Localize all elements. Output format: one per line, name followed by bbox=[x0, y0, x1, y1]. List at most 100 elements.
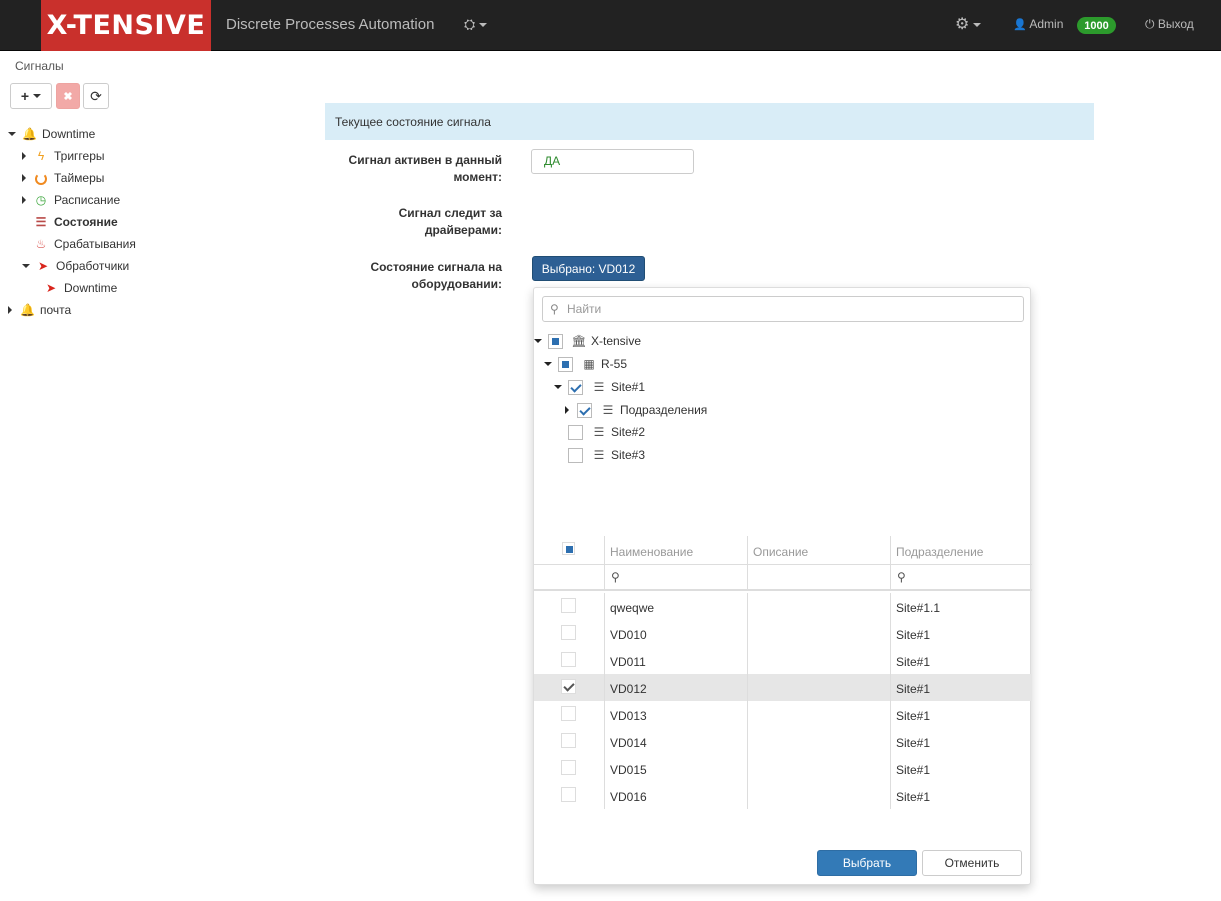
caret-down-icon[interactable] bbox=[544, 362, 552, 366]
delete-button[interactable]: ✖ bbox=[56, 83, 80, 109]
tree-checkbox[interactable] bbox=[577, 402, 592, 418]
user-menu[interactable]: 👤 Admin bbox=[1013, 17, 1063, 31]
select-button[interactable]: Выбрать bbox=[817, 850, 917, 876]
caret-down-icon[interactable] bbox=[554, 385, 562, 389]
tree-checkbox[interactable] bbox=[568, 447, 583, 463]
row-select-cell[interactable] bbox=[534, 647, 604, 674]
tree-node-departments[interactable]: ☰ Подразделения bbox=[565, 400, 707, 420]
grid-header-description[interactable]: Описание bbox=[747, 536, 890, 564]
cell-name: VD014 bbox=[604, 728, 747, 755]
close-icon: ✖ bbox=[63, 90, 73, 103]
timer-icon bbox=[34, 171, 48, 185]
tree-node-x-tensive[interactable]: 🏛 X-tensive bbox=[534, 331, 641, 351]
tree-node-schedule[interactable]: ◷ Расписание bbox=[22, 190, 120, 210]
row-select-cell[interactable] bbox=[534, 593, 604, 620]
grid-header-department[interactable]: Подразделение bbox=[890, 536, 1032, 564]
row-select-cell[interactable] bbox=[534, 755, 604, 782]
row-select-cell[interactable] bbox=[534, 782, 604, 809]
table-row[interactable]: VD012 Site#1 bbox=[534, 674, 1032, 701]
table-row[interactable]: VD016 Site#1 bbox=[534, 782, 1032, 809]
caret-down-icon[interactable] bbox=[22, 264, 30, 268]
row-select-cell[interactable] bbox=[534, 620, 604, 647]
brand-logo[interactable]: X-TENSIVE bbox=[41, 0, 211, 51]
tree-node-firings[interactable]: ♨ Срабатывания bbox=[34, 234, 136, 254]
logout-link[interactable]: ⏻ Выход bbox=[1145, 17, 1194, 32]
caret-right-icon[interactable] bbox=[22, 196, 26, 204]
tree-checkbox[interactable] bbox=[558, 356, 573, 372]
row-checkbox[interactable] bbox=[561, 706, 576, 721]
tree-node-label: Состояние bbox=[54, 215, 118, 229]
select-all-checkbox[interactable] bbox=[562, 542, 575, 555]
paper-plane-icon: ➤ bbox=[37, 259, 49, 273]
tree-node-site1[interactable]: ☰ Site#1 bbox=[554, 377, 645, 397]
cell-name: VD016 bbox=[604, 782, 747, 809]
bank-icon: 🏛 bbox=[571, 334, 587, 348]
cubes-menu[interactable]: ⛭ bbox=[464, 16, 488, 33]
cell-name: qweqwe bbox=[604, 593, 747, 620]
tree-checkbox[interactable] bbox=[548, 333, 563, 349]
table-row[interactable]: VD010 Site#1 bbox=[534, 620, 1032, 647]
tree-checkbox[interactable] bbox=[568, 379, 583, 395]
tree-node-handlers[interactable]: ➤ Обработчики bbox=[22, 256, 129, 276]
tree-node-downtime[interactable]: 🔔 Downtime bbox=[8, 124, 95, 144]
caret-down-icon[interactable] bbox=[534, 339, 542, 343]
equipment-selector-popup: ⚲ Найти 🏛 X-tensive ▦ R-55 ☰ Site#1 ☰ По… bbox=[533, 287, 1032, 885]
tree-node-label: Таймеры bbox=[54, 171, 105, 185]
tree-node-label: Site#1 bbox=[611, 380, 646, 394]
search-icon: ⚲ bbox=[897, 570, 906, 584]
caret-right-icon[interactable] bbox=[565, 406, 569, 414]
caret-right-icon[interactable] bbox=[22, 174, 26, 182]
refresh-button[interactable]: ⟳ bbox=[83, 83, 109, 109]
row-checkbox[interactable] bbox=[561, 787, 576, 802]
tree-checkbox[interactable] bbox=[568, 424, 583, 440]
tree-node-timers[interactable]: Таймеры bbox=[22, 168, 104, 188]
tree-node-label: Расписание bbox=[54, 193, 121, 207]
caret-right-icon[interactable] bbox=[8, 306, 12, 314]
table-row[interactable]: VD015 Site#1 bbox=[534, 755, 1032, 782]
table-row[interactable]: VD014 Site#1 bbox=[534, 728, 1032, 755]
tree-node-site3[interactable]: ☰ Site#3 bbox=[568, 445, 645, 465]
department-filter-input[interactable]: ⚲ bbox=[890, 564, 1032, 591]
sitemap-icon: ☰ bbox=[593, 448, 605, 462]
row-checkbox[interactable] bbox=[561, 760, 576, 775]
search-icon: ⚲ bbox=[550, 302, 559, 316]
table-row[interactable]: qweqwe Site#1.1 bbox=[534, 593, 1032, 620]
row-select-cell[interactable] bbox=[534, 728, 604, 755]
app-title[interactable]: Discrete Processes Automation bbox=[226, 16, 434, 33]
power-icon: ⏻ bbox=[1145, 17, 1155, 31]
caret-down-icon[interactable] bbox=[8, 132, 16, 136]
tree-search-input[interactable]: ⚲ Найти bbox=[542, 296, 1024, 322]
row-checkbox[interactable] bbox=[561, 733, 576, 748]
table-row[interactable]: VD013 Site#1 bbox=[534, 701, 1032, 728]
cell-description bbox=[747, 782, 890, 809]
user-name: Admin bbox=[1029, 17, 1064, 31]
tree-node-triggers[interactable]: ϟ Триггеры bbox=[22, 146, 105, 166]
cell-description bbox=[747, 701, 890, 728]
grid-header-name[interactable]: Наименование bbox=[604, 536, 747, 564]
user-icon: 👤 bbox=[1013, 19, 1027, 31]
name-filter-input[interactable]: ⚲ bbox=[604, 564, 747, 591]
row-select-cell[interactable] bbox=[534, 674, 604, 701]
equipment-select-button[interactable]: Выбрано: VD012 bbox=[532, 256, 645, 281]
tree-node-handler-downtime[interactable]: ➤ Downtime bbox=[44, 278, 117, 298]
field-label-drivers: Сигнал следит за драйверами: bbox=[398, 206, 502, 237]
add-button[interactable]: + bbox=[10, 83, 52, 109]
cell-department: Site#1 bbox=[890, 701, 1032, 728]
cancel-button[interactable]: Отменить bbox=[922, 850, 1022, 876]
row-checkbox[interactable] bbox=[561, 652, 576, 667]
tree-node-mail[interactable]: 🔔 почта bbox=[8, 300, 71, 320]
caret-right-icon[interactable] bbox=[22, 152, 26, 160]
tree-node-state[interactable]: ☰ Состояние bbox=[34, 212, 118, 232]
settings-menu[interactable]: ⚙ bbox=[955, 14, 982, 34]
row-checkbox[interactable] bbox=[561, 679, 576, 694]
tree-node-r55[interactable]: ▦ R-55 bbox=[544, 354, 627, 374]
search-icon: ⚲ bbox=[611, 570, 620, 584]
table-row[interactable]: VD011 Site#1 bbox=[534, 647, 1032, 674]
cell-department: Site#1 bbox=[890, 647, 1032, 674]
row-select-cell[interactable] bbox=[534, 701, 604, 728]
row-checkbox[interactable] bbox=[561, 598, 576, 613]
tree-node-site2[interactable]: ☰ Site#2 bbox=[568, 422, 645, 442]
cell-department: Site#1.1 bbox=[890, 593, 1032, 620]
row-checkbox[interactable] bbox=[561, 625, 576, 640]
top-navbar: X-TENSIVE Discrete Processes Automation … bbox=[0, 0, 1221, 51]
